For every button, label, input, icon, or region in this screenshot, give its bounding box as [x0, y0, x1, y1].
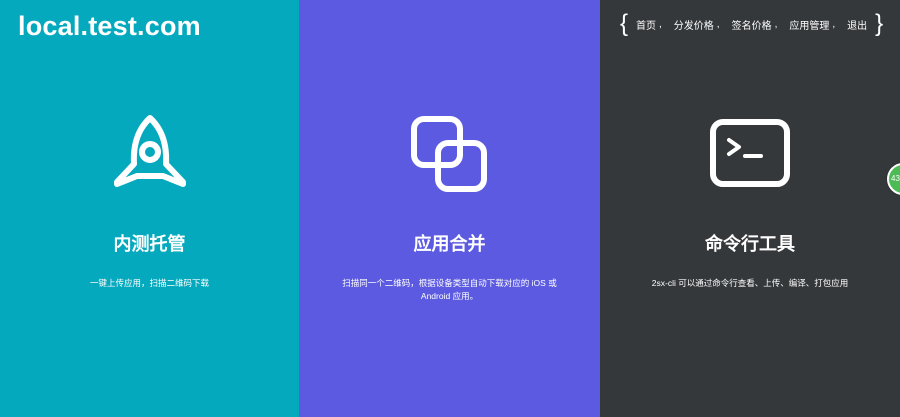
feature-panel-cli-tool: 命令行工具 2sx-cli 可以通过命令行查看、上传、编译、打包应用: [600, 0, 900, 417]
nav-separator: ,: [716, 18, 720, 30]
rocket-icon: [113, 115, 186, 187]
feature-title: 命令行工具: [705, 234, 795, 254]
nav-separator: ,: [774, 18, 778, 30]
top-nav: { 首页 , 分发价格 , 签名价格 , 应用管理 , 退出 }: [620, 10, 883, 38]
feature-description: 扫描同一个二维码，根据设备类型自动下载对应的 iOS 或 Android 应用。: [342, 278, 557, 301]
feature-title: 应用合并: [413, 234, 486, 254]
nav-separator: ,: [659, 18, 662, 30]
nav-item-signing-pricing[interactable]: 签名价格: [732, 17, 772, 32]
nav-separator: ,: [832, 18, 836, 30]
site-logo[interactable]: local.test.com: [18, 11, 201, 42]
feature-description: 一键上传应用，扫描二维码下载: [89, 278, 209, 288]
nav-item-distribution-pricing[interactable]: 分发价格: [674, 17, 714, 32]
nav-item-app-management[interactable]: 应用管理: [789, 17, 829, 32]
nav-item-logout[interactable]: 退出: [847, 17, 867, 32]
landing-page: local.test.com 内测托管 一键上传应用，扫描二维码下载 应用合并 …: [0, 0, 900, 417]
nav-item-home[interactable]: 首页: [636, 17, 656, 32]
feature-panel-beta-hosting: local.test.com 内测托管 一键上传应用，扫描二维码下载: [0, 0, 299, 417]
nav-open-brace: {: [620, 10, 629, 37]
feature-panel-app-merge: 应用合并 扫描同一个二维码，根据设备类型自动下载对应的 iOS 或 Androi…: [299, 0, 600, 417]
overlapping-squares-icon: [410, 116, 487, 192]
terminal-icon: [710, 119, 790, 187]
feature-title: 内测托管: [113, 234, 186, 254]
feature-description: 2sx-cli 可以通过命令行查看、上传、编译、打包应用: [651, 278, 849, 288]
nav-close-brace: }: [875, 10, 884, 37]
